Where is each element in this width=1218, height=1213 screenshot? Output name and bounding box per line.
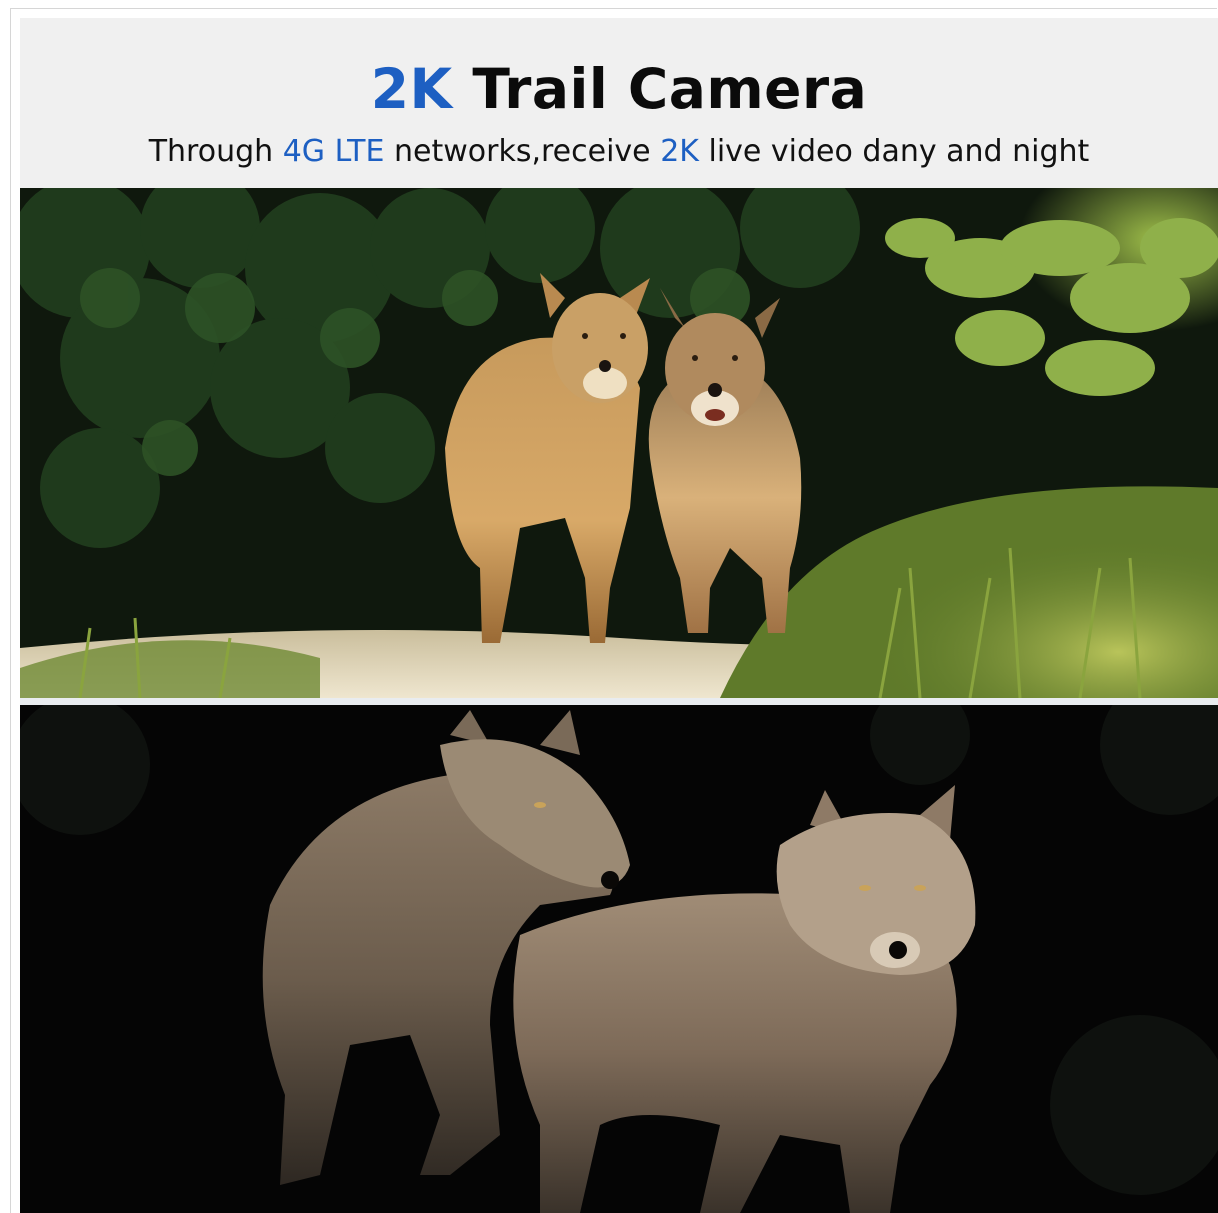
subtitle-part-1: Through (148, 134, 274, 169)
subtitle-part-2: networks,receive (394, 134, 651, 169)
page-title: 2K Trail Camera (20, 58, 1218, 120)
title-accent: 2K (370, 57, 453, 121)
day-photo (20, 188, 1218, 698)
night-wolves-image (20, 705, 1218, 1213)
subtitle-accent-2: 2K (660, 134, 699, 169)
page-subtitle: Through 4G LTE networks,receive 2K live … (20, 133, 1218, 171)
subtitle-accent-1: 4G LTE (282, 134, 385, 169)
day-wolves-image (20, 188, 1218, 698)
night-photo (20, 705, 1218, 1213)
title-text: Trail Camera (472, 57, 868, 121)
photo-divider (20, 698, 1218, 705)
header-banner: 2K Trail Camera Through 4G LTE networks,… (20, 18, 1218, 188)
subtitle-part-3: live video dany and night (708, 134, 1090, 169)
